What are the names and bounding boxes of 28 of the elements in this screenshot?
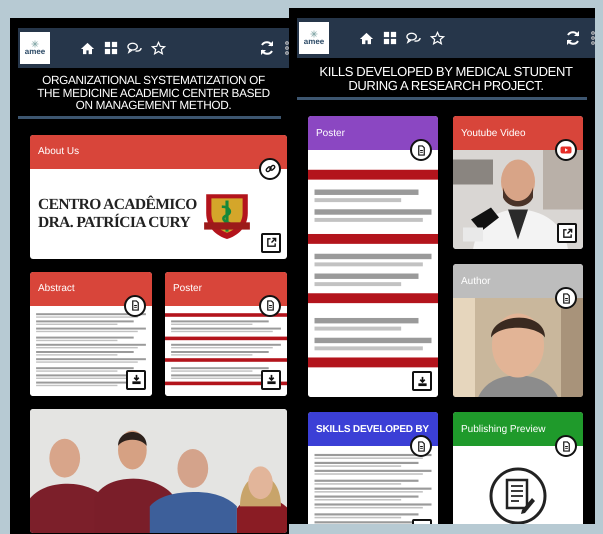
- card-title: Poster: [316, 128, 345, 138]
- card-title: Publishing Preview: [461, 424, 546, 434]
- card-title: Youtube Video: [461, 128, 526, 138]
- logo-text: amee: [304, 38, 324, 46]
- page-title: ORGANIZATIONAL SYSTEMATIZATION OF THE MEDICINE ACADEMIC CENTER BASED ON MANAGEMENT METHOD.: [36, 72, 271, 114]
- star-icon[interactable]: [149, 40, 168, 56]
- grid-icon[interactable]: [102, 40, 120, 56]
- star-icon[interactable]: [428, 30, 447, 46]
- logo-text: amee: [24, 48, 46, 56]
- more-icon[interactable]: [591, 30, 595, 46]
- card-title: Poster: [173, 283, 202, 294]
- open-external-icon[interactable]: [557, 223, 577, 243]
- download-icon[interactable]: [261, 370, 281, 390]
- home-icon[interactable]: [78, 40, 97, 56]
- card-title: About Us: [38, 146, 80, 157]
- chat-icon[interactable]: [404, 30, 423, 46]
- banner-text: CENTRO ACADÊMICO DRA. PATRÍCIA CURY: [38, 196, 197, 232]
- card-title: Abstract: [38, 283, 75, 294]
- chat-icon[interactable]: [125, 40, 144, 56]
- download-icon[interactable]: [412, 371, 432, 391]
- download-icon[interactable]: [126, 370, 146, 390]
- card-title: SKILLS DEVELOPED BY: [316, 424, 429, 434]
- page-title: KILLS DEVELOPED BY MEDICAL STUDENT DURING A RESEARCH PROJECT.: [318, 63, 574, 95]
- home-icon[interactable]: [357, 30, 376, 46]
- card-title: Author: [461, 276, 490, 286]
- grid-icon[interactable]: [381, 30, 399, 46]
- open-external-icon[interactable]: [261, 232, 281, 252]
- more-icon[interactable]: [285, 40, 289, 56]
